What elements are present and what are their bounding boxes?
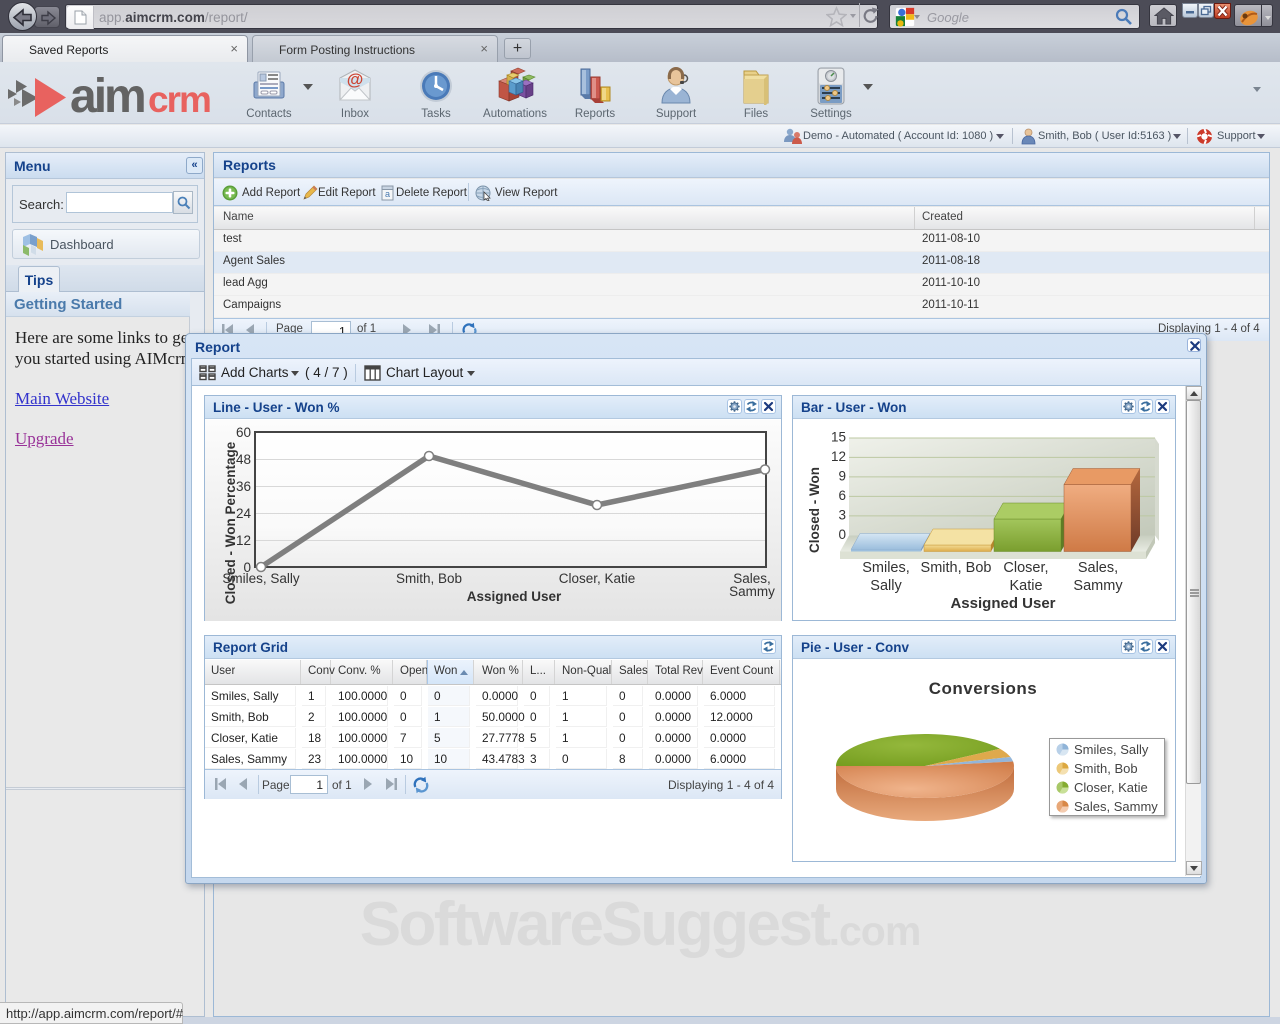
svg-text:36: 36 (236, 479, 251, 494)
svg-text:3: 3 (838, 508, 846, 523)
svg-text:12: 12 (236, 533, 251, 548)
svg-text:Smith, Bob: Smith, Bob (921, 560, 992, 576)
svg-text:Closer,: Closer, (1003, 560, 1048, 576)
svg-text:Closer, Katie: Closer, Katie (559, 571, 636, 586)
svg-text:@: @ (347, 70, 364, 89)
svg-text:Assigned User: Assigned User (950, 595, 1055, 612)
svg-text:60: 60 (236, 425, 251, 440)
svg-text:9: 9 (838, 469, 846, 484)
svg-text:Sales,: Sales, (1078, 560, 1118, 576)
svg-text:aim: aim (70, 70, 144, 120)
svg-text:12: 12 (831, 449, 846, 464)
svg-text:Smith, Bob: Smith, Bob (396, 571, 462, 586)
svg-text:24: 24 (236, 506, 252, 521)
svg-text:Sammy: Sammy (1073, 578, 1123, 594)
svg-text:Katie: Katie (1009, 578, 1042, 594)
svg-text:6: 6 (838, 488, 846, 503)
svg-text:48: 48 (236, 452, 251, 467)
svg-text:15: 15 (831, 430, 846, 445)
svg-text:Closed - Won: Closed - Won (807, 467, 822, 553)
svg-text:crm: crm (148, 79, 210, 120)
svg-text:Sammy: Sammy (729, 584, 775, 599)
svg-text:Closed - Won Percentage: Closed - Won Percentage (223, 441, 238, 604)
svg-text:Assigned User: Assigned User (467, 589, 562, 604)
svg-text:a: a (385, 189, 390, 199)
svg-text:Sally: Sally (870, 578, 902, 594)
svg-text:0: 0 (838, 527, 846, 542)
svg-text:Smiles,: Smiles, (862, 560, 910, 576)
svg-text:Conversions: Conversions (929, 679, 1037, 698)
